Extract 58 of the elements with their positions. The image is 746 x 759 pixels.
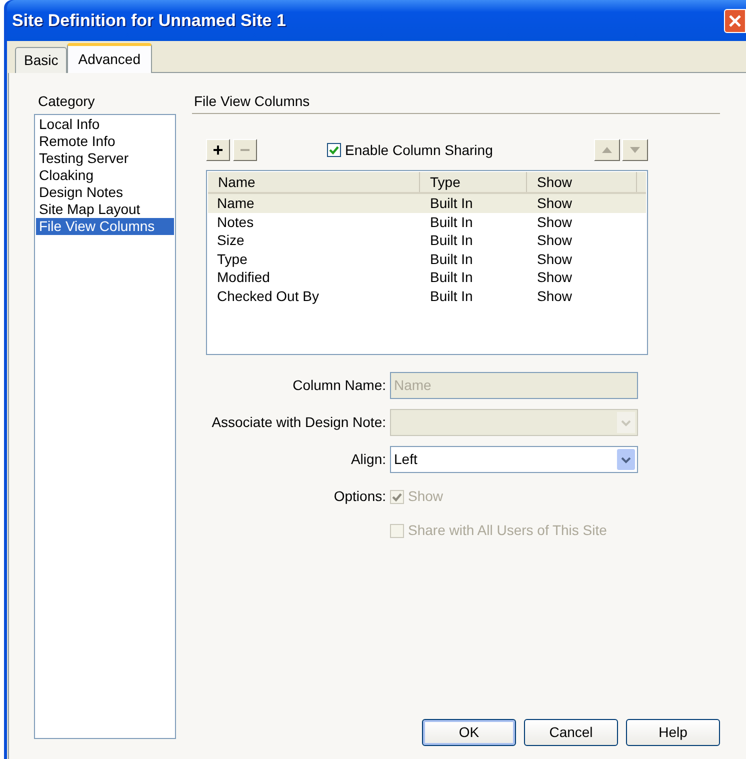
table-cell-text: Show [536, 250, 574, 268]
dialog-button[interactable]: OK [422, 719, 516, 746]
option-label: Share with All Users of This Site [408, 521, 607, 540]
tab[interactable]: Advanced [67, 43, 152, 73]
table-cell-text: Checked Out By [216, 286, 320, 305]
table-row[interactable]: Size Built In Show [208, 231, 646, 250]
category-item[interactable]: File View Columns [36, 218, 174, 235]
design-note-label: Associate with Design Note: [210, 413, 386, 432]
check-icon [392, 492, 402, 502]
table-cell-text: Show [536, 212, 574, 231]
table-cell-text: Name [216, 194, 256, 212]
category-item[interactable]: Local Info [36, 116, 174, 133]
table-cell-text: Modified [216, 268, 271, 286]
table-cell-text: Type [216, 250, 248, 268]
table-row[interactable]: Name Built In Show [208, 194, 646, 212]
table-cell-text: Show [536, 268, 574, 286]
table-cell-text: Built In [429, 212, 474, 231]
align-dropdown[interactable]: Left [390, 446, 638, 473]
table-cell-text: Built In [429, 268, 474, 286]
options-label: Options: [332, 487, 386, 506]
category-item[interactable]: Testing Server [36, 150, 174, 167]
enable-sharing-label: Enable Column Sharing [345, 140, 493, 160]
table-cell-text: Built In [429, 250, 474, 268]
column-header[interactable]: Show [527, 172, 637, 192]
dialog-button[interactable]: Help [626, 719, 720, 746]
window-title: Site Definition for Unnamed Site 1 [12, 10, 286, 32]
table-row[interactable]: Notes Built In Show [208, 212, 646, 231]
enable-sharing-checkbox[interactable] [327, 143, 341, 157]
up-arrow-icon [602, 147, 612, 153]
column-header[interactable]: Name [208, 172, 420, 192]
table-row[interactable]: Checked Out By Built In Show [208, 286, 646, 305]
close-icon [728, 14, 742, 28]
table-cell-text: Built In [429, 194, 474, 212]
table-cell-text: Notes [216, 212, 255, 231]
category-item[interactable]: Cloaking [36, 167, 174, 184]
option-label: Show [408, 487, 444, 506]
table-cell-text: Show [536, 286, 574, 305]
table-cell-text: Show [536, 231, 574, 250]
section-title: File View Columns [194, 92, 311, 111]
category-item[interactable]: Design Notes [36, 184, 174, 201]
check-icon [329, 145, 339, 155]
add-button[interactable]: + [206, 139, 230, 161]
dialog-button[interactable]: Cancel [524, 719, 618, 746]
category-item[interactable]: Remote Info [36, 133, 174, 150]
table-row[interactable]: Type Built In Show [208, 250, 646, 268]
table-cell-text: Built In [429, 286, 474, 305]
table-cell-text: Show [536, 194, 574, 212]
table-cell-text: Built In [429, 231, 474, 250]
table-row[interactable]: Modified Built In Show [208, 268, 646, 286]
column-header[interactable]: Type [420, 172, 527, 192]
category-label: Category [38, 92, 96, 111]
tab[interactable]: Basic [15, 47, 68, 73]
table-cell-text: Size [216, 231, 246, 250]
column-name-label: Column Name: [292, 376, 386, 395]
category-item[interactable]: Site Map Layout [36, 201, 174, 218]
close-button[interactable] [724, 8, 746, 32]
align-label: Align: [350, 450, 386, 469]
down-arrow-icon [630, 147, 640, 153]
